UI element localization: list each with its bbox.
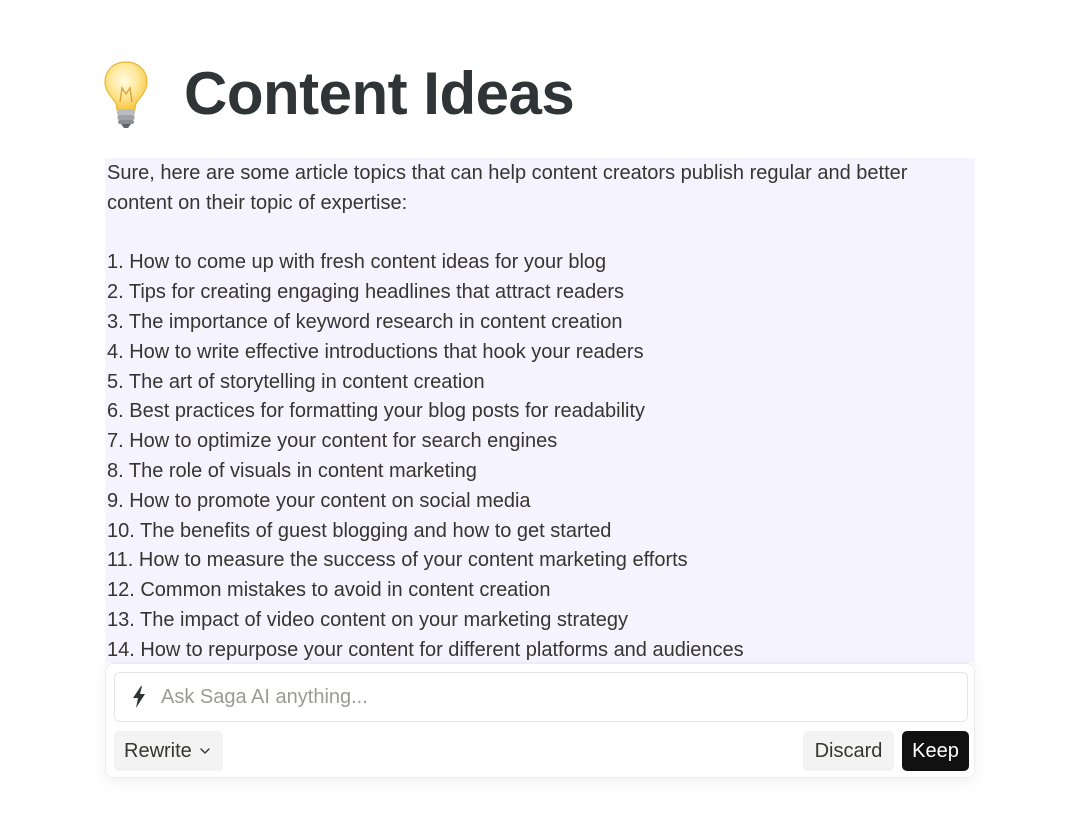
ai-response-block: Sure, here are some article topics that … <box>105 158 975 663</box>
keep-button[interactable]: Keep <box>902 731 969 771</box>
list-item: 7. How to optimize your content for sear… <box>107 430 558 453</box>
ai-response-intro: Sure, here are some article topics that … <box>107 162 908 214</box>
ask-ai-input[interactable] <box>161 685 921 709</box>
editor-page: Content Ideas Sure, here are some articl… <box>0 0 1080 840</box>
list-item: 2. Tips for creating engaging headlines … <box>107 281 624 304</box>
topic-list: 1. How to come up with fresh content ide… <box>107 248 975 665</box>
list-item: 3. The importance of keyword research in… <box>107 310 623 333</box>
list-item: 4. How to write effective introductions … <box>107 340 644 363</box>
list-item: 10. The benefits of guest blogging and h… <box>107 519 612 542</box>
list-item: 6. Best practices for formatting your bl… <box>107 400 646 423</box>
page-header: Content Ideas <box>102 58 575 130</box>
ai-prompt-panel: Rewrite Discard Keep <box>105 663 975 778</box>
list-item: 14. How to repurpose your content for di… <box>107 638 744 661</box>
discard-button[interactable]: Discard <box>803 731 894 771</box>
chevron-down-icon <box>200 748 210 754</box>
rewrite-dropdown-button[interactable]: Rewrite <box>114 731 223 771</box>
list-item: 9. How to promote your content on social… <box>107 489 531 512</box>
list-item: 11. How to measure the success of your c… <box>107 549 688 572</box>
lightning-bolt-icon <box>133 686 145 708</box>
list-item: 13. The impact of video content on your … <box>107 608 629 631</box>
list-item: 12. Common mistakes to avoid in content … <box>107 579 551 602</box>
list-item: 1. How to come up with fresh content ide… <box>107 251 607 274</box>
list-item: 8. The role of visuals in content market… <box>107 459 477 482</box>
rewrite-label: Rewrite <box>124 739 192 762</box>
lightbulb-icon <box>104 61 148 128</box>
page-title: Content Ideas <box>184 60 575 127</box>
list-item: 5. The art of storytelling in content cr… <box>107 370 485 393</box>
ask-ai-field[interactable] <box>114 672 968 722</box>
